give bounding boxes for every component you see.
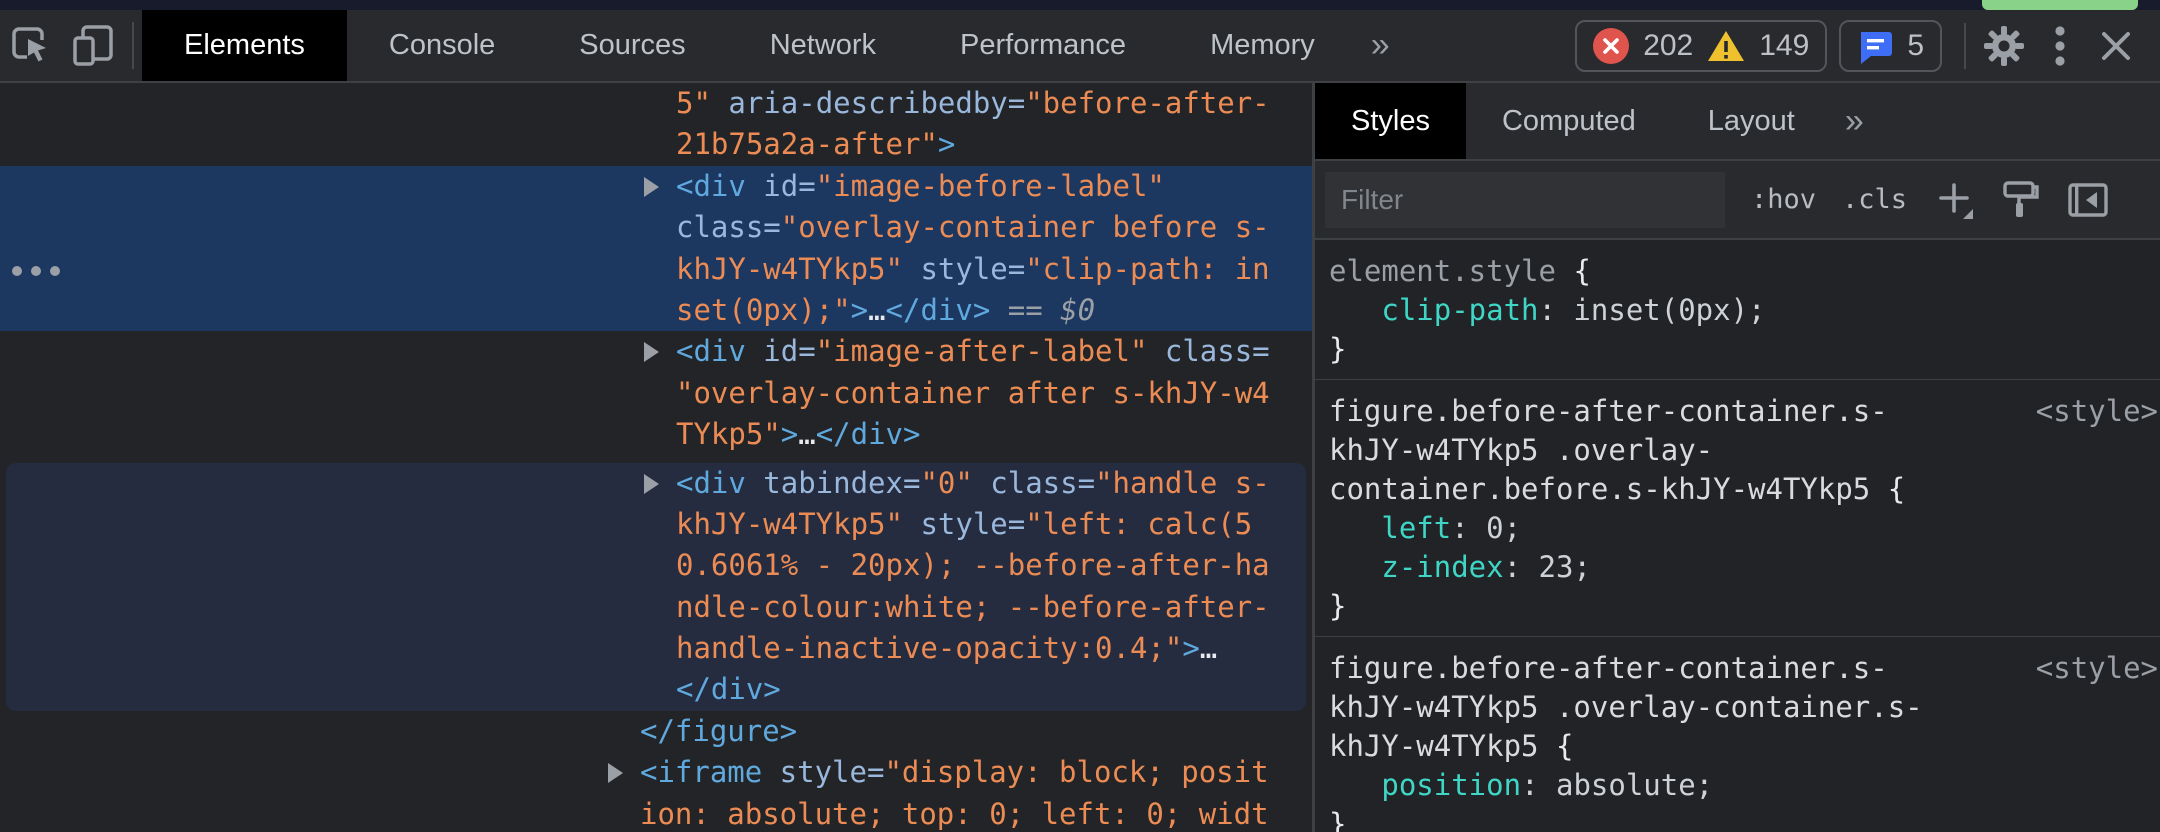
expand-arrow-icon[interactable] (644, 474, 659, 494)
dom-row[interactable]: "overlay-container after s-khJY-w4 (0, 373, 1312, 414)
warning-count: 149 (1759, 29, 1809, 63)
styles-filter-input[interactable] (1325, 172, 1725, 228)
dom-row[interactable]: <div id="image-before-label" (0, 166, 1312, 207)
dom-row[interactable]: khJY-w4TYkp5" style="clip-path: in (0, 249, 1312, 290)
tab-network[interactable]: Network (728, 10, 918, 81)
devtools-tabs: ElementsConsoleSourcesNetworkPerformance… (142, 10, 1357, 81)
error-icon (1593, 28, 1629, 64)
page-green-element (1982, 0, 2138, 10)
dom-row[interactable]: 5" aria-describedby="before-after- (0, 83, 1312, 124)
tab-sources[interactable]: Sources (537, 10, 727, 81)
inspect-element-icon[interactable] (0, 10, 62, 81)
console-errors-warnings-badge[interactable]: 202 149 (1575, 20, 1827, 72)
issues-badge[interactable]: 5 (1839, 20, 1942, 72)
dom-row[interactable]: class="overlay-container before s- (0, 207, 1312, 248)
hovered-dom-node[interactable]: <div tabindex="0" class="handle s-khJY-w… (6, 463, 1306, 711)
dom-row[interactable]: TYkp5">…</div> (0, 414, 1312, 455)
tab-elements[interactable]: Elements (142, 10, 347, 81)
css-line[interactable]: figure.before-after-container.s- (1315, 649, 2160, 688)
dom-row[interactable]: ion: absolute; top: 0; left: 0; widt (0, 794, 1312, 832)
tab-styles[interactable]: Styles (1315, 83, 1466, 159)
styles-sidebar: StylesComputedLayout » :hov .cls (1315, 83, 2160, 832)
kebab-menu-icon[interactable] (2032, 18, 2088, 74)
styles-filter-row: :hov .cls (1315, 161, 2160, 240)
expand-arrow-icon[interactable] (608, 763, 623, 783)
expand-arrow-icon[interactable] (644, 177, 659, 197)
expand-arrow-icon[interactable] (644, 342, 659, 362)
dom-row[interactable]: ndle-colour:white; --before-after- (6, 587, 1306, 628)
css-line[interactable]: clip-path: inset(0px); (1315, 291, 2160, 330)
dom-row[interactable]: <div id="image-after-label" class= (0, 331, 1312, 372)
tab-layout[interactable]: Layout (1672, 83, 1831, 159)
page-top-sliver (0, 0, 2160, 10)
css-line[interactable]: position: absolute; (1315, 766, 2160, 805)
dom-row[interactable]: <iframe style="display: block; posit (0, 752, 1312, 793)
dom-row[interactable]: </figure> (0, 711, 1312, 752)
close-devtools-icon[interactable] (2088, 18, 2144, 74)
dom-row[interactable]: khJY-w4TYkp5" style="left: calc(5 (6, 504, 1306, 545)
toggle-sidebar-panel-icon[interactable] (2067, 182, 2109, 218)
device-toolbar-icon[interactable] (62, 10, 124, 81)
selected-node-more-dots[interactable] (12, 266, 60, 276)
devtools-toolbar: ElementsConsoleSourcesNetworkPerformance… (0, 10, 2160, 83)
element-classes-toggle[interactable]: .cls (1842, 184, 1907, 215)
tab-memory[interactable]: Memory (1168, 10, 1357, 81)
css-rule-block: figure.before-after-container.s-khJY-w4T… (1315, 379, 2160, 636)
css-rule-block: figure.before-after-container.s-khJY-w4T… (1315, 636, 2160, 832)
elements-dom-panel: 5" aria-describedby="before-after-21b75a… (0, 83, 1312, 832)
css-line[interactable]: left: 0; (1315, 509, 2160, 548)
tab-console[interactable]: Console (347, 10, 537, 81)
dom-row[interactable]: <div tabindex="0" class="handle s- (6, 463, 1306, 504)
tab-computed[interactable]: Computed (1466, 83, 1672, 159)
more-sidebar-tabs-icon[interactable]: » (1831, 83, 1878, 159)
css-line[interactable]: khJY-w4TYkp5 .overlay-container.s- (1315, 688, 2160, 727)
css-line[interactable]: khJY-w4TYkp5 .overlay- (1315, 431, 2160, 470)
warning-icon (1707, 29, 1745, 63)
pseudo-state-toggle[interactable]: :hov (1751, 184, 1816, 215)
rendering-emulation-icon[interactable] (2001, 179, 2041, 221)
css-line[interactable]: z-index: 23; (1315, 548, 2160, 587)
dom-row[interactable]: 0.6061% - 20px); --before-after-ha (6, 545, 1306, 586)
settings-gear-icon[interactable] (1976, 18, 2032, 74)
more-tabs-icon[interactable]: » (1357, 10, 1404, 81)
dom-row[interactable]: 21b75a2a-after"> (0, 124, 1312, 165)
tab-performance[interactable]: Performance (918, 10, 1168, 81)
style-source-link[interactable]: <style> (2036, 394, 2158, 428)
css-rule-block: element.style { clip-path: inset(0px);} (1315, 240, 2160, 379)
css-line[interactable]: } (1315, 587, 2160, 626)
css-line[interactable]: figure.before-after-container.s- (1315, 392, 2160, 431)
dom-row[interactable]: set(0px);">…</div> == $0 (0, 290, 1312, 331)
css-line[interactable]: khJY-w4TYkp5 { (1315, 727, 2160, 766)
new-style-rule-icon[interactable] (1933, 179, 1975, 221)
dom-row[interactable]: </div> (6, 669, 1306, 710)
issues-icon (1857, 28, 1893, 64)
css-line[interactable]: } (1315, 805, 2160, 832)
css-line[interactable]: element.style { (1315, 252, 2160, 291)
error-count: 202 (1643, 29, 1693, 63)
css-line[interactable]: } (1315, 330, 2160, 369)
issues-count: 5 (1907, 29, 1924, 63)
css-line[interactable]: container.before.s-khJY-w4TYkp5 { (1315, 470, 2160, 509)
style-source-link[interactable]: <style> (2036, 651, 2158, 685)
styles-sidebar-tabs: StylesComputedLayout » (1315, 83, 2160, 161)
dom-row[interactable]: handle-inactive-opacity:0.4;">… (6, 628, 1306, 669)
toolbar-separator (132, 22, 134, 69)
toolbar-separator (1964, 23, 1966, 69)
